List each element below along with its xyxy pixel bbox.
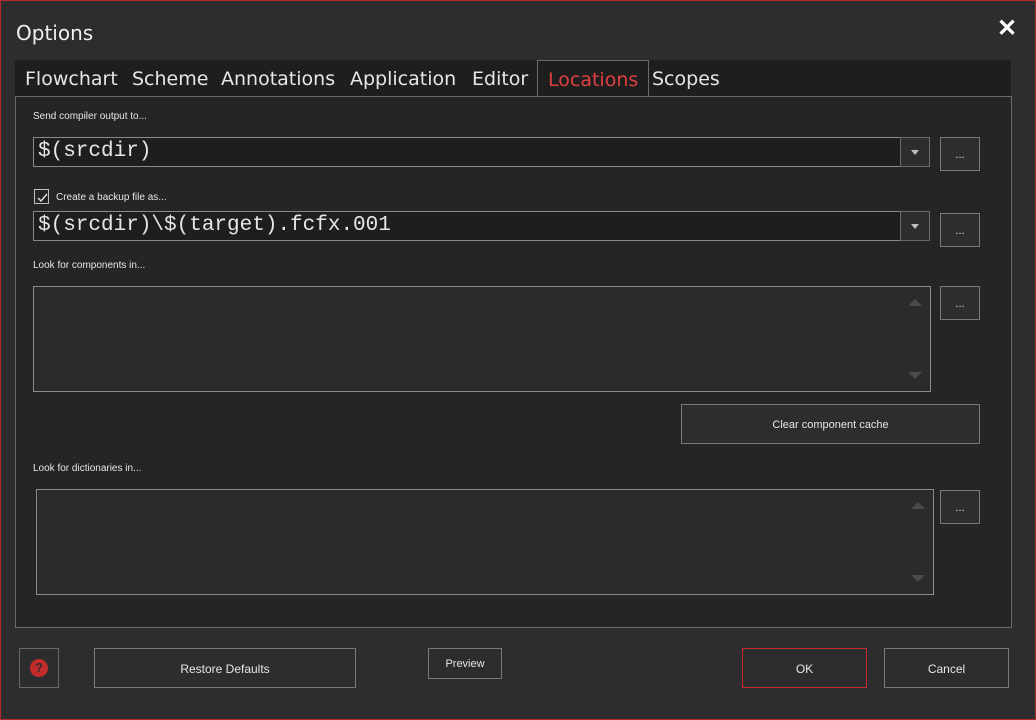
cancel-button[interactable]: Cancel [884, 648, 1009, 688]
compiler-output-value: $(srcdir) [38, 140, 152, 163]
components-scrollbar[interactable] [900, 287, 930, 391]
backup-value: $(srcdir)\$(target).fcfx.001 [38, 214, 391, 237]
scroll-up-icon[interactable] [911, 502, 925, 509]
dictionaries-list[interactable] [36, 489, 934, 595]
dictionaries-scrollbar[interactable] [903, 490, 933, 594]
compiler-output-dropdown-icon[interactable] [900, 137, 930, 167]
components-label: Look for components in... [33, 260, 146, 271]
backup-browse-button[interactable]: ... [940, 213, 980, 247]
clear-component-cache-button[interactable]: Clear component cache [681, 404, 980, 444]
scroll-down-icon[interactable] [911, 575, 925, 582]
dictionaries-browse-button[interactable]: ... [940, 490, 980, 524]
help-icon: ? [30, 659, 48, 677]
tab-scopes[interactable]: Scopes [642, 60, 730, 96]
help-button[interactable]: ? [19, 648, 59, 688]
tab-application[interactable]: Application [340, 60, 466, 96]
checkmark-icon [37, 193, 48, 203]
scroll-up-icon[interactable] [908, 299, 922, 306]
backup-checkbox[interactable] [34, 189, 49, 204]
close-icon[interactable]: ✕ [995, 17, 1019, 41]
locations-panel: Send compiler output to... $(srcdir) ...… [15, 96, 1012, 628]
components-list[interactable] [33, 286, 931, 392]
compiler-output-label: Send compiler output to... [33, 111, 147, 122]
tab-flowchart[interactable]: Flowchart [15, 60, 128, 96]
restore-defaults-button[interactable]: Restore Defaults [94, 648, 356, 688]
tab-editor[interactable]: Editor [462, 60, 538, 96]
ok-button[interactable]: OK [742, 648, 867, 688]
compiler-output-combo[interactable]: $(srcdir) [33, 137, 901, 167]
tab-locations[interactable]: Locations [537, 60, 650, 98]
preview-button[interactable]: Preview [428, 648, 502, 679]
compiler-output-browse-button[interactable]: ... [940, 137, 980, 171]
dialog-title: Options [16, 21, 94, 45]
backup-label: Create a backup file as... [56, 192, 167, 203]
tab-scheme[interactable]: Scheme [122, 60, 218, 96]
dictionaries-label: Look for dictionaries in... [33, 463, 142, 474]
title-bar: Options ✕ [1, 1, 1035, 53]
tab-bar: Flowchart Scheme Annotations Application… [15, 60, 1011, 98]
scroll-down-icon[interactable] [908, 372, 922, 379]
backup-combo[interactable]: $(srcdir)\$(target).fcfx.001 [33, 211, 901, 241]
components-browse-button[interactable]: ... [940, 286, 980, 320]
backup-dropdown-icon[interactable] [900, 211, 930, 241]
options-dialog: Options ✕ Flowchart Scheme Annotations A… [0, 0, 1036, 720]
tab-annotations[interactable]: Annotations [211, 60, 345, 96]
